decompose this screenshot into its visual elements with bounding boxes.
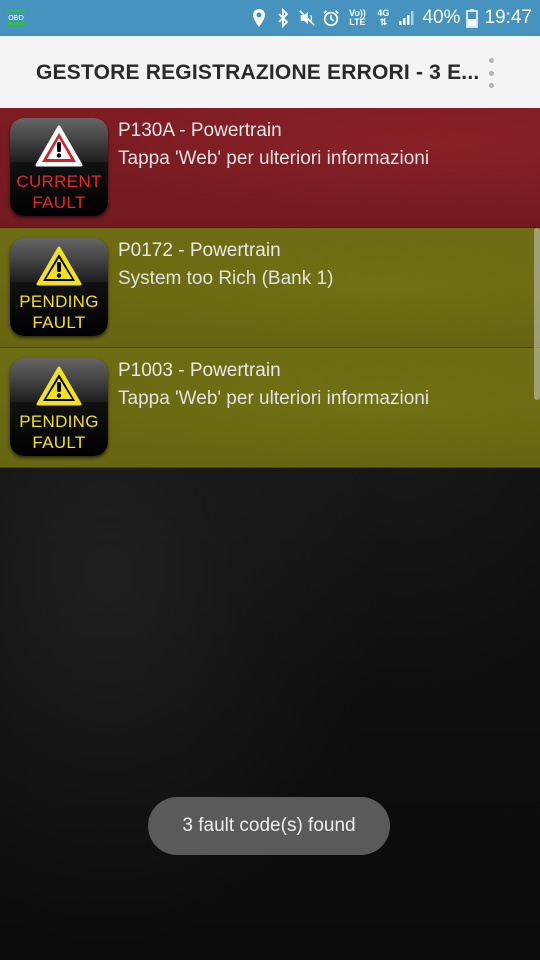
fault-list: CURRENT FAULT P130A - Powertrain Tappa '… (0, 108, 540, 468)
fault-code: P0172 - Powertrain (118, 240, 281, 261)
warning-triangle-icon (36, 366, 82, 406)
badge-label: FAULT (32, 193, 86, 212)
fault-row[interactable]: PENDING FAULT P0172 - Powertrain System … (0, 228, 540, 348)
signal-icon (398, 8, 416, 28)
obd-icon: OBD (6, 8, 26, 26)
status-icons: Vo)) LTE 4G ⇅ 40% 19:47 (250, 0, 532, 36)
badge-label: PENDING (19, 292, 99, 311)
overflow-menu-icon[interactable] (484, 58, 498, 88)
warning-triangle-icon (36, 246, 82, 286)
badge-label: CURRENT (16, 172, 102, 191)
fault-description: Tappa 'Web' per ulteriori informazioni (118, 148, 430, 169)
clock-text: 19:47 (484, 7, 532, 28)
fault-description: Tappa 'Web' per ulteriori informazioni (118, 388, 430, 409)
badge-label: FAULT (32, 313, 86, 332)
status-bar: OBD Vo)) LTE 4G ⇅ 40% 19:47 (0, 0, 540, 36)
page-title: GESTORE REGISTRAZIONE ERRORI - 3 E... (36, 61, 480, 84)
overflow-dot (488, 70, 494, 76)
screen: OBD Vo)) LTE 4G ⇅ 40% 19:47 GESTORE REGI… (0, 0, 540, 960)
fault-row[interactable]: CURRENT FAULT P130A - Powertrain Tappa '… (0, 108, 540, 228)
fault-row[interactable]: PENDING FAULT P1003 - Powertrain Tappa '… (0, 348, 540, 468)
volte-icon: Vo)) LTE (346, 8, 368, 28)
location-icon (250, 8, 268, 28)
overflow-dot (488, 83, 494, 88)
overflow-dot (488, 58, 494, 63)
fault-code: P1003 - Powertrain (118, 360, 281, 381)
4g-lte-icon: 4G ⇅ (374, 8, 392, 28)
bluetooth-icon (274, 8, 292, 28)
volte-bottom-text: LTE (349, 17, 366, 27)
toast-message: 3 fault code(s) found (148, 797, 390, 855)
current-fault-badge: CURRENT FAULT (10, 118, 108, 216)
fault-description: System too Rich (Bank 1) (118, 268, 334, 289)
badge-label: PENDING (19, 412, 99, 431)
battery-text: 40% (422, 7, 461, 28)
warning-triangle-icon (35, 125, 83, 167)
obd-icon-text: OBD (8, 14, 24, 22)
app-bar: GESTORE REGISTRAZIONE ERRORI - 3 E... (0, 36, 540, 109)
data-arrows-text: ⇅ (379, 17, 388, 27)
pending-fault-badge: PENDING FAULT (10, 358, 108, 456)
battery-icon (466, 8, 479, 28)
fault-code: P130A - Powertrain (118, 120, 282, 141)
badge-label: FAULT (32, 433, 86, 452)
scroll-indicator[interactable] (534, 228, 540, 400)
alarm-icon (322, 8, 340, 28)
mute-icon (298, 8, 316, 28)
pending-fault-badge: PENDING FAULT (10, 238, 108, 336)
